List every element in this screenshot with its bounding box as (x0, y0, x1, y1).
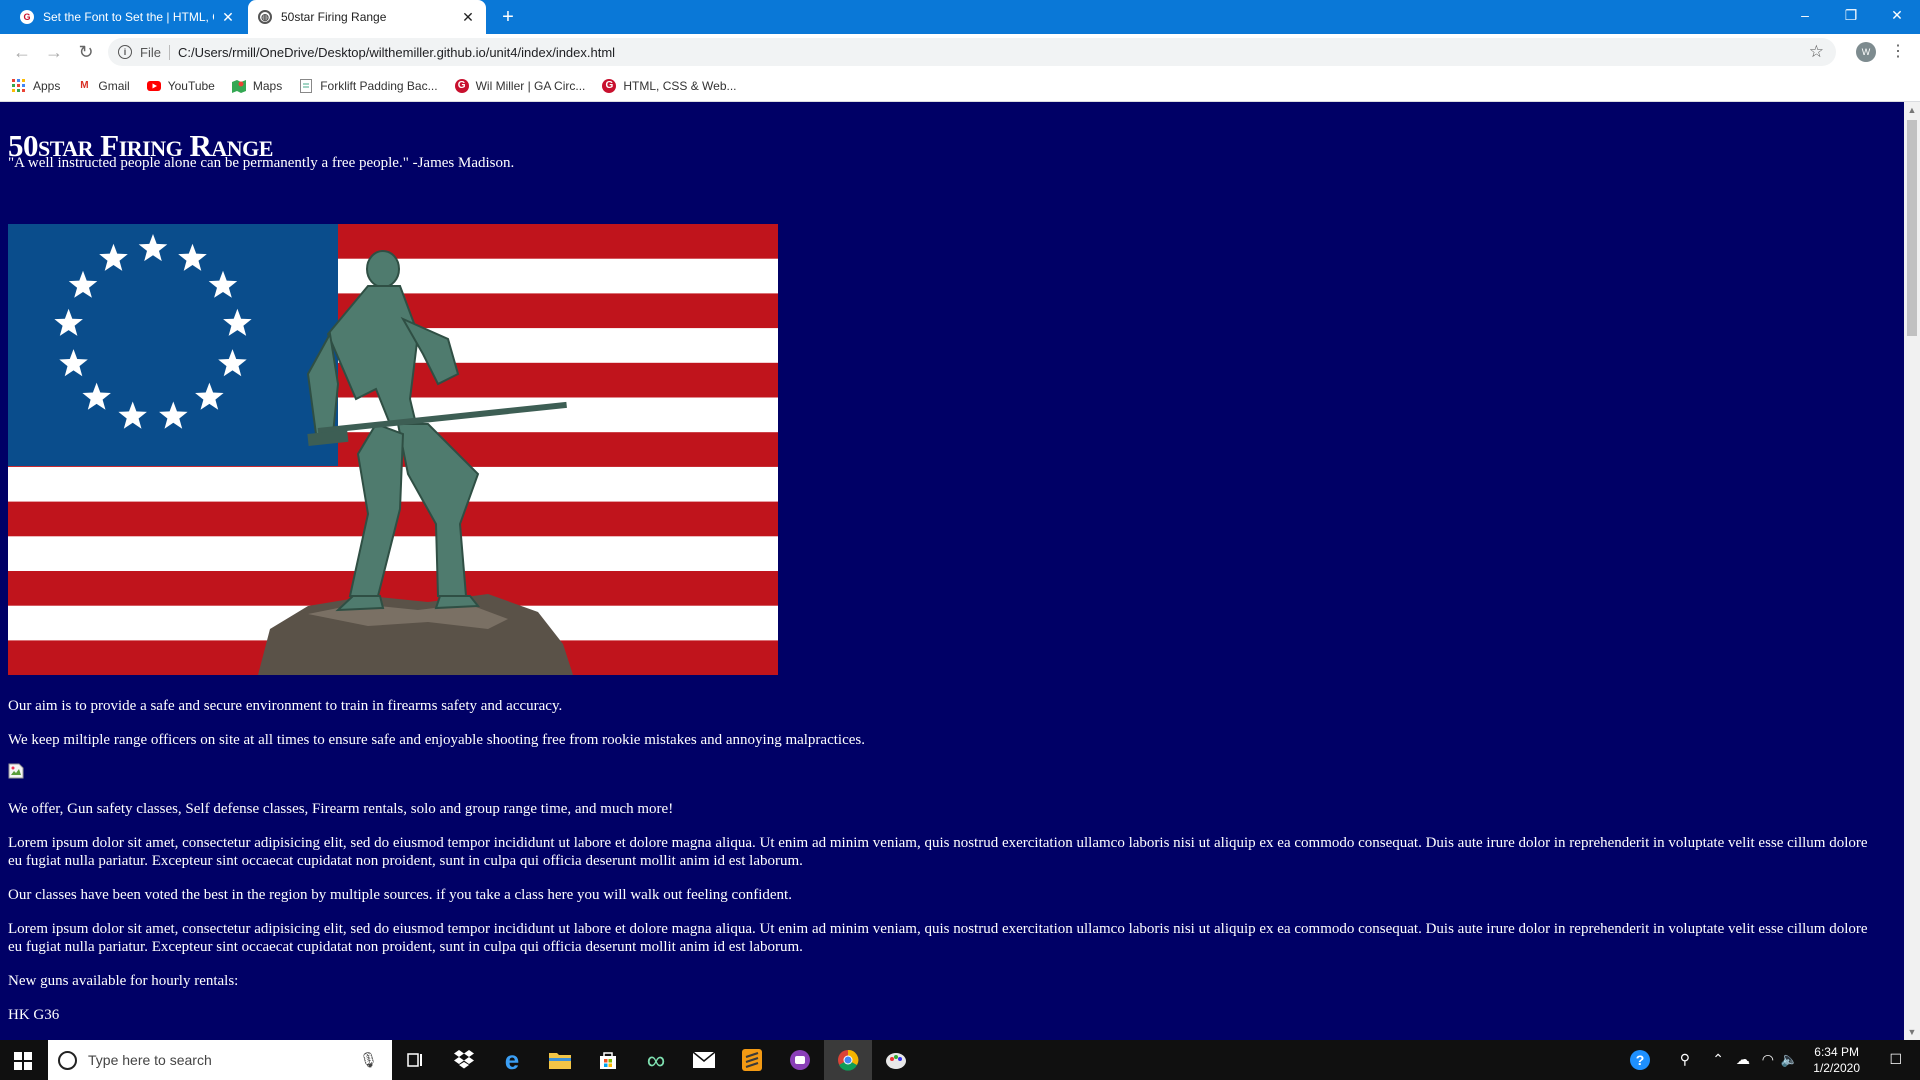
clock-date: 1/2/2020 (1813, 1061, 1860, 1075)
aim-paragraph: Our aim is to provide a safe and secure … (8, 698, 563, 714)
bookmark-html-css[interactable]: G HTML, CSS & Web... (602, 78, 737, 93)
task-view-icon[interactable] (392, 1040, 440, 1080)
globe-icon: ◍ (258, 10, 272, 24)
file-explorer-icon[interactable] (536, 1040, 584, 1080)
chevron-up-icon[interactable]: ⌃ (1712, 1051, 1724, 1068)
edge-icon[interactable]: e (488, 1040, 536, 1080)
people-icon[interactable]: ⚲ (1680, 1051, 1690, 1068)
page-viewport: 50star Firing Range "A well instructed p… (0, 102, 1904, 1040)
browser-toolbar: ← → ↻ i File C:/Users/rmill/OneDrive/Des… (0, 34, 1920, 70)
purple-app-icon[interactable] (776, 1040, 824, 1080)
system-clock[interactable]: 6:34 PM 1/2/2020 (1813, 1044, 1860, 1076)
windows-start-icon[interactable] (14, 1052, 32, 1075)
broken-image-icon (8, 763, 24, 779)
infinity-icon[interactable]: ∞ (632, 1040, 680, 1080)
ga-icon: G (20, 10, 34, 24)
bookmark-label: YouTube (167, 78, 215, 93)
bookmark-maps[interactable]: Maps (231, 78, 283, 93)
madison-quote: "A well instructed people alone can be p… (8, 155, 515, 171)
bookmark-forklift[interactable]: Forklift Padding Bac... (299, 78, 438, 93)
profile-avatar[interactable]: W (1856, 42, 1876, 62)
gun-item-hk-g36: HK G36 (8, 1007, 60, 1023)
search-placeholder: Type here to search (88, 1052, 212, 1068)
scroll-up-icon[interactable]: ▲ (1904, 102, 1920, 118)
bookmark-wil-miller[interactable]: G Wil Miller | GA Circ... (454, 78, 586, 93)
back-button[interactable]: ← (10, 40, 34, 64)
windows-taskbar: Type here to search 🎙 e ∞ ? ⚲ ⌃ ☁ ◠ 🔈 6:… (0, 1040, 1920, 1080)
ga-icon: G (454, 78, 469, 93)
page-scrollbar[interactable]: ▲ ▼ (1904, 102, 1920, 1040)
bookmarks-bar: Apps M Gmail YouTube Maps Forklift Paddi… (0, 70, 1920, 102)
dropbox-icon[interactable] (440, 1040, 488, 1080)
close-tab-icon[interactable]: ✕ (220, 9, 236, 25)
bookmark-label: Apps (33, 78, 61, 93)
tab-title: Set the Font to Set the | HTML, C (43, 10, 214, 24)
store-icon[interactable] (584, 1040, 632, 1080)
notification-icon[interactable]: ☐ (1889, 1051, 1902, 1068)
info-icon[interactable]: i (118, 45, 132, 59)
clock-time: 6:34 PM (1814, 1045, 1859, 1059)
tab-set-the-font[interactable]: G Set the Font to Set the | HTML, C ✕ (10, 0, 246, 34)
bookmark-apps[interactable]: Apps (12, 78, 61, 93)
scroll-thumb[interactable] (1907, 120, 1917, 336)
classes-paragraph: Our classes have been voted the best in … (8, 887, 792, 903)
restore-button[interactable]: ❐ (1828, 0, 1874, 30)
bookmark-youtube[interactable]: YouTube (146, 78, 215, 93)
wifi-icon[interactable]: ◠ (1762, 1051, 1774, 1068)
youtube-icon (146, 79, 161, 93)
browser-menu-icon[interactable]: ⋮ (1890, 42, 1906, 62)
bookmark-gmail[interactable]: M Gmail (77, 78, 130, 93)
close-window-button[interactable]: ✕ (1874, 0, 1920, 30)
sublime-icon[interactable] (728, 1040, 776, 1080)
apps-grid-icon (12, 78, 26, 93)
maps-icon (231, 79, 246, 93)
bookmark-label: Wil Miller | GA Circ... (475, 78, 586, 93)
file-chip: File (140, 44, 170, 60)
lorem-paragraph-1: Lorem ipsum dolor sit amet, consectetur … (8, 835, 1868, 869)
officers-paragraph: We keep miltiple range officers on site … (8, 732, 865, 748)
bookmark-label: Forklift Padding Bac... (320, 78, 438, 93)
mail-icon[interactable] (680, 1040, 728, 1080)
taskbar-search-box[interactable]: Type here to search 🎙 (48, 1040, 392, 1080)
microphone-icon[interactable]: 🎙 (359, 1051, 378, 1069)
url-text[interactable]: C:/Users/rmill/OneDrive/Desktop/wilthemi… (178, 45, 615, 60)
paint-icon[interactable] (872, 1040, 920, 1080)
help-icon[interactable]: ? (1630, 1050, 1650, 1070)
ga-icon: G (602, 78, 617, 93)
tab-title: 50star Firing Range (281, 10, 387, 24)
reload-button[interactable]: ↻ (74, 40, 98, 64)
lorem-paragraph-2: Lorem ipsum dolor sit amet, consectetur … (8, 921, 1868, 955)
browser-title-bar: G Set the Font to Set the | HTML, C ✕ ◍ … (0, 0, 1920, 34)
bookmark-label: Maps (252, 78, 283, 93)
new-guns-heading: New guns available for hourly rentals: (8, 973, 239, 989)
forward-button[interactable]: → (42, 40, 66, 64)
minimize-button[interactable]: – (1782, 0, 1828, 30)
close-tab-icon[interactable]: ✕ (460, 9, 476, 25)
cortana-icon (58, 1050, 77, 1070)
volume-icon[interactable]: 🔈 (1781, 1051, 1798, 1068)
address-bar[interactable]: i File C:/Users/rmill/OneDrive/Desktop/w… (108, 38, 1836, 66)
document-icon (299, 78, 313, 93)
new-tab-button[interactable]: + (496, 5, 520, 29)
offer-paragraph: We offer, Gun safety classes, Self defen… (8, 801, 674, 817)
flag-minuteman-image (8, 224, 778, 675)
tab-50star-firing-range[interactable]: ◍ 50star Firing Range ✕ (248, 0, 486, 34)
scroll-down-icon[interactable]: ▼ (1904, 1024, 1920, 1040)
bookmark-star-icon[interactable]: ☆ (1809, 42, 1824, 62)
bookmark-label: HTML, CSS & Web... (623, 78, 737, 93)
onedrive-icon[interactable]: ☁ (1736, 1051, 1750, 1068)
bookmark-label: Gmail (98, 78, 130, 93)
gmail-icon: M (80, 80, 89, 91)
chrome-icon[interactable] (824, 1040, 872, 1080)
